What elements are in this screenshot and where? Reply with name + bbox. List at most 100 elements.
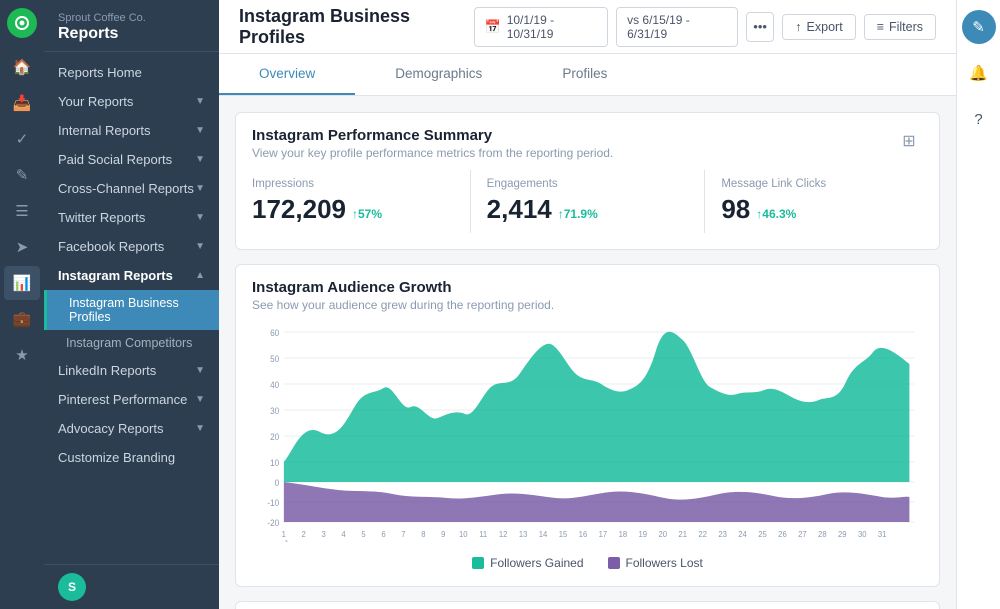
tab-overview[interactable]: Overview — [219, 54, 355, 95]
sidebar-item-instagram-business-profiles[interactable]: Instagram Business Profiles — [44, 290, 219, 330]
sidebar-item-pinterest-performance[interactable]: Pinterest Performance ▼ — [44, 385, 219, 414]
icon-bar: 🏠 📥 ✓ ✎ ☰ ➤ 📊 💼 ★ — [0, 0, 44, 609]
legend-lost: Followers Lost — [608, 556, 703, 570]
audience-growth-chart: 60 50 40 30 20 10 0 -10 -20 — [252, 322, 923, 542]
filters-button[interactable]: ≡ Filters — [864, 14, 936, 40]
export-button[interactable]: ↑ Export — [782, 14, 855, 40]
engagements-change: 71.9% — [558, 207, 598, 221]
sidebar-item-paid-social[interactable]: Paid Social Reports ▼ — [44, 145, 219, 174]
nav-icon-calendar[interactable]: ☰ — [4, 194, 40, 228]
svg-text:3: 3 — [321, 530, 326, 539]
svg-text:31: 31 — [878, 530, 887, 539]
legend-lost-color — [608, 557, 620, 569]
sidebar-item-instagram-competitors[interactable]: Instagram Competitors — [44, 330, 219, 356]
svg-text:60: 60 — [270, 328, 279, 338]
chart-title: Instagram Audience Growth — [252, 279, 923, 296]
sidebar-item-twitter-reports[interactable]: Twitter Reports ▼ — [44, 203, 219, 232]
legend-gained: Followers Gained — [472, 556, 583, 570]
svg-text:Jan: Jan — [284, 539, 297, 542]
sidebar-item-reports-home[interactable]: Reports Home — [44, 58, 219, 87]
grid-view-icon[interactable]: ⊞ — [895, 127, 923, 155]
metric-message-link-clicks: Message Link Clicks 98 46.3% — [705, 170, 939, 233]
user-avatar[interactable]: S — [58, 573, 86, 601]
tab-profiles[interactable]: Profiles — [522, 54, 647, 95]
svg-text:19: 19 — [639, 530, 648, 539]
legend-gained-label: Followers Gained — [490, 556, 583, 570]
date-range-current[interactable]: 📅 10/1/19 - 10/31/19 — [474, 7, 609, 47]
message-link-change: 46.3% — [756, 207, 796, 221]
topbar-controls: 📅 10/1/19 - 10/31/19 vs 6/15/19 - 6/31/1… — [474, 7, 936, 47]
help-button[interactable]: ? — [962, 102, 996, 136]
svg-text:7: 7 — [401, 530, 406, 539]
date-compare: vs 6/15/19 - 6/31/19 — [627, 13, 727, 41]
svg-text:-20: -20 — [267, 518, 279, 528]
sidebar-item-facebook-reports[interactable]: Facebook Reports ▼ — [44, 232, 219, 261]
chevron-icon: ▼ — [195, 365, 205, 376]
sidebar-header: Sprout Coffee Co. Reports — [44, 0, 219, 52]
nav-icon-briefcase[interactable]: 💼 — [4, 302, 40, 336]
sidebar-item-instagram-reports[interactable]: Instagram Reports ▲ — [44, 261, 219, 290]
svg-text:22: 22 — [698, 530, 707, 539]
chevron-icon: ▼ — [195, 212, 205, 223]
more-options-button[interactable]: ••• — [746, 12, 774, 42]
card-header: Instagram Performance Summary View your … — [236, 113, 939, 170]
notification-button[interactable]: 🔔 — [962, 56, 996, 90]
impressions-label: Impressions — [252, 178, 454, 190]
nav-icon-home[interactable]: 🏠 — [4, 50, 40, 84]
sidebar-item-your-reports[interactable]: Your Reports ▼ — [44, 87, 219, 116]
svg-text:29: 29 — [838, 530, 847, 539]
legend-gained-color — [472, 557, 484, 569]
calendar-icon: 📅 — [485, 19, 501, 35]
nav-icon-reports[interactable]: 📊 — [4, 266, 40, 300]
metrics-row: Impressions 172,209 57% Engagements 2,41… — [236, 170, 939, 249]
impressions-value: 172,209 57% — [252, 194, 454, 225]
nav-icon-inbox[interactable]: 📥 — [4, 86, 40, 120]
tab-demographics[interactable]: Demographics — [355, 54, 522, 95]
svg-text:6: 6 — [381, 530, 386, 539]
svg-text:23: 23 — [718, 530, 727, 539]
tabs-bar: Overview Demographics Profiles — [219, 54, 956, 96]
nav-icon-tasks[interactable]: ✓ — [4, 122, 40, 156]
audience-growth-card: Instagram Audience Growth See how your a… — [235, 264, 940, 587]
svg-text:16: 16 — [579, 530, 588, 539]
svg-text:13: 13 — [519, 530, 528, 539]
svg-text:9: 9 — [441, 530, 446, 539]
topbar: Instagram Business Profiles 📅 10/1/19 - … — [219, 0, 956, 54]
date-current: 10/1/19 - 10/31/19 — [507, 13, 597, 41]
date-range-compare[interactable]: vs 6/15/19 - 6/31/19 — [616, 7, 738, 47]
content-area: Instagram Performance Summary View your … — [219, 96, 956, 609]
svg-text:10: 10 — [459, 530, 468, 539]
performance-summary-card: Instagram Performance Summary View your … — [235, 112, 940, 250]
page-title: Instagram Business Profiles — [239, 6, 474, 48]
summary-title: Instagram Performance Summary — [252, 127, 613, 144]
svg-text:28: 28 — [818, 530, 827, 539]
nav-icon-star[interactable]: ★ — [4, 338, 40, 372]
sidebar-item-internal-reports[interactable]: Internal Reports ▼ — [44, 116, 219, 145]
summary-subtitle: View your key profile performance metric… — [252, 146, 613, 160]
svg-text:40: 40 — [270, 380, 279, 390]
engagements-label: Engagements — [487, 178, 689, 190]
svg-text:15: 15 — [559, 530, 568, 539]
company-name: Sprout Coffee Co. — [58, 12, 205, 24]
svg-text:18: 18 — [619, 530, 628, 539]
svg-text:4: 4 — [341, 530, 346, 539]
sidebar-item-cross-channel[interactable]: Cross-Channel Reports ▼ — [44, 174, 219, 203]
sidebar-item-advocacy-reports[interactable]: Advocacy Reports ▼ — [44, 414, 219, 443]
svg-text:26: 26 — [778, 530, 787, 539]
edit-button[interactable]: ✎ — [962, 10, 996, 44]
chart-subtitle: See how your audience grew during the re… — [252, 298, 923, 312]
svg-text:17: 17 — [599, 530, 608, 539]
sidebar-item-customize-branding[interactable]: Customize Branding — [44, 443, 219, 472]
chevron-up-icon: ▲ — [195, 270, 205, 281]
svg-text:14: 14 — [539, 530, 548, 539]
chevron-icon: ▼ — [195, 183, 205, 194]
nav-icon-compose[interactable]: ✎ — [4, 158, 40, 192]
metric-engagements: Engagements 2,414 71.9% — [471, 170, 706, 233]
svg-text:27: 27 — [798, 530, 807, 539]
audience-metrics-table: Audience Metrics Totals % Change Followe… — [235, 601, 940, 609]
chevron-icon: ▼ — [195, 96, 205, 107]
nav-icon-send[interactable]: ➤ — [4, 230, 40, 264]
sidebar-item-linkedin-reports[interactable]: LinkedIn Reports ▼ — [44, 356, 219, 385]
svg-text:30: 30 — [270, 406, 279, 416]
svg-text:12: 12 — [499, 530, 508, 539]
